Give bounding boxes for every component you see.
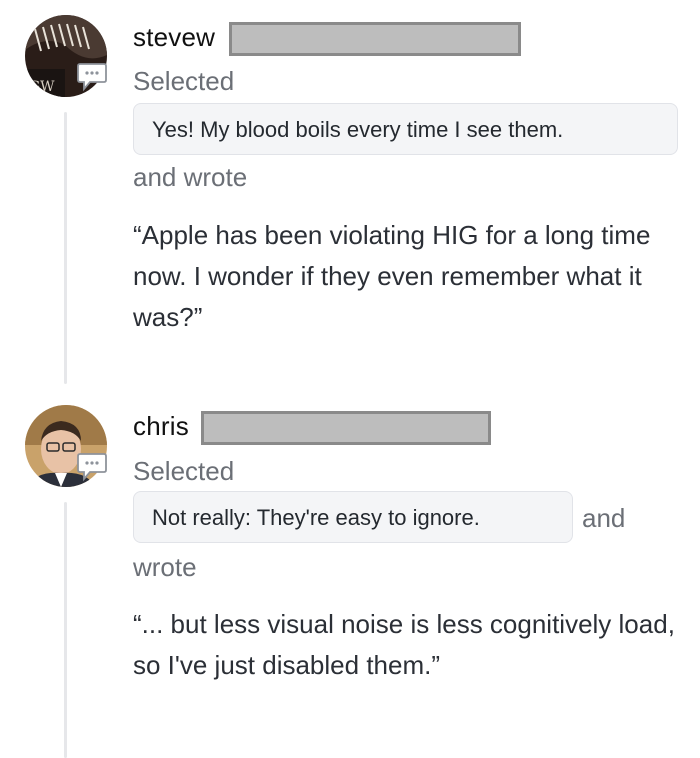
thread-line-1 <box>64 112 67 384</box>
username-chris[interactable]: chris <box>133 411 189 442</box>
selected-option-chip[interactable]: Not really: They're easy to ignore. <box>133 491 573 543</box>
wrote-label: and wrote <box>133 162 248 192</box>
avatar-text: GW <box>29 79 55 95</box>
username-redaction <box>201 411 491 445</box>
thread-line-2 <box>64 502 67 758</box>
username-redaction <box>229 22 521 56</box>
selected-label: Selected <box>133 66 235 96</box>
username-stevew[interactable]: stevew <box>133 22 215 53</box>
wrote-label-inline: and <box>582 503 626 533</box>
comment-quote: “Apple has been violating HIG for a long… <box>133 220 651 332</box>
wrote-label: wrote <box>133 552 197 582</box>
comment-badge-icon <box>76 452 108 482</box>
selected-option-chip[interactable]: Yes! My blood boils every time I see the… <box>133 103 678 155</box>
selected-label: Selected <box>133 456 235 486</box>
comment-quote: “... but less visual noise is less cogni… <box>133 609 675 680</box>
comment-badge-icon <box>76 62 108 92</box>
